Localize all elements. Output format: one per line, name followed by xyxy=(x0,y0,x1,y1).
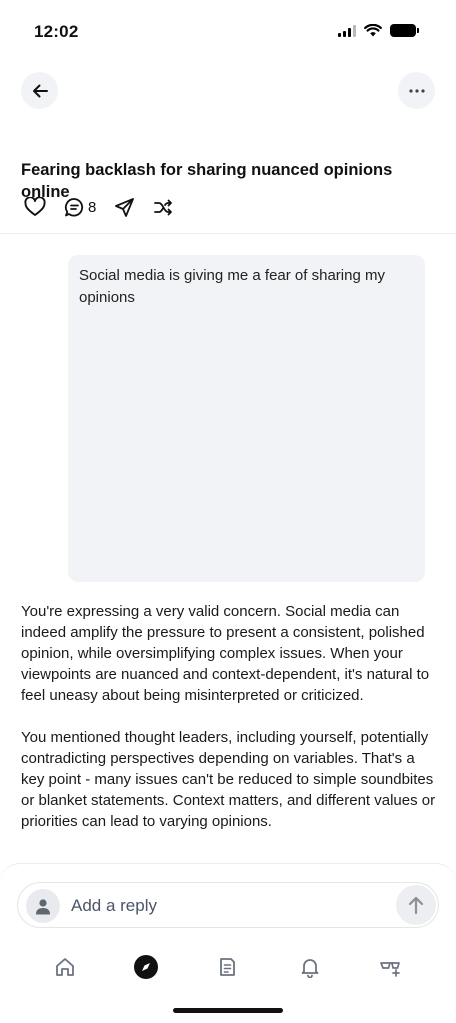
status-bar: 12:02 xyxy=(0,0,456,64)
battery-icon xyxy=(390,24,419,37)
nav-discover[interactable] xyxy=(124,945,168,989)
response-paragraph: You mentioned thought leaders, including… xyxy=(21,729,436,830)
ellipsis-icon xyxy=(408,88,425,93)
response-paragraph: You're expressing a very valid concern. … xyxy=(21,603,430,704)
home-indicator xyxy=(173,1008,283,1013)
home-icon xyxy=(55,958,74,976)
share-button[interactable] xyxy=(114,197,135,218)
glasses-plus-icon xyxy=(380,962,401,977)
nav-notifications[interactable] xyxy=(288,945,332,989)
more-options-button[interactable] xyxy=(398,72,435,109)
status-time: 12:02 xyxy=(34,22,79,41)
bottom-nav xyxy=(0,943,456,991)
reply-area: Add a reply xyxy=(0,863,456,943)
nav-home[interactable] xyxy=(43,945,87,989)
nav-spaces[interactable] xyxy=(369,945,413,989)
comments-button[interactable]: 8 xyxy=(64,197,96,218)
library-icon xyxy=(220,958,235,976)
cellular-signal-icon xyxy=(338,24,356,37)
thread-actions: 8 xyxy=(24,195,192,219)
back-button[interactable] xyxy=(21,72,58,109)
arrow-left-icon xyxy=(32,84,48,97)
shuffle-icon xyxy=(154,199,173,215)
bell-icon xyxy=(301,959,318,978)
assistant-response: You're expressing a very valid concern. … xyxy=(21,601,441,853)
remix-button[interactable] xyxy=(153,198,174,217)
compass-icon xyxy=(134,955,159,979)
heart-icon xyxy=(24,197,46,216)
reply-placeholder: Add a reply xyxy=(71,896,157,915)
like-button[interactable] xyxy=(24,197,46,217)
user-icon xyxy=(36,898,50,914)
reply-input[interactable]: Add a reply xyxy=(17,882,439,928)
top-bar xyxy=(0,72,456,112)
nav-library[interactable] xyxy=(206,945,250,989)
avatar xyxy=(26,889,60,923)
header-divider xyxy=(0,233,456,234)
comment-icon xyxy=(64,197,84,216)
status-icons xyxy=(338,24,419,37)
comment-count: 8 xyxy=(88,198,97,216)
user-message-bubble: Social media is giving me a fear of shar… xyxy=(68,255,425,582)
send-icon xyxy=(115,197,135,217)
arrow-up-icon xyxy=(408,896,424,915)
send-button[interactable] xyxy=(396,885,436,925)
wifi-icon xyxy=(364,24,382,37)
